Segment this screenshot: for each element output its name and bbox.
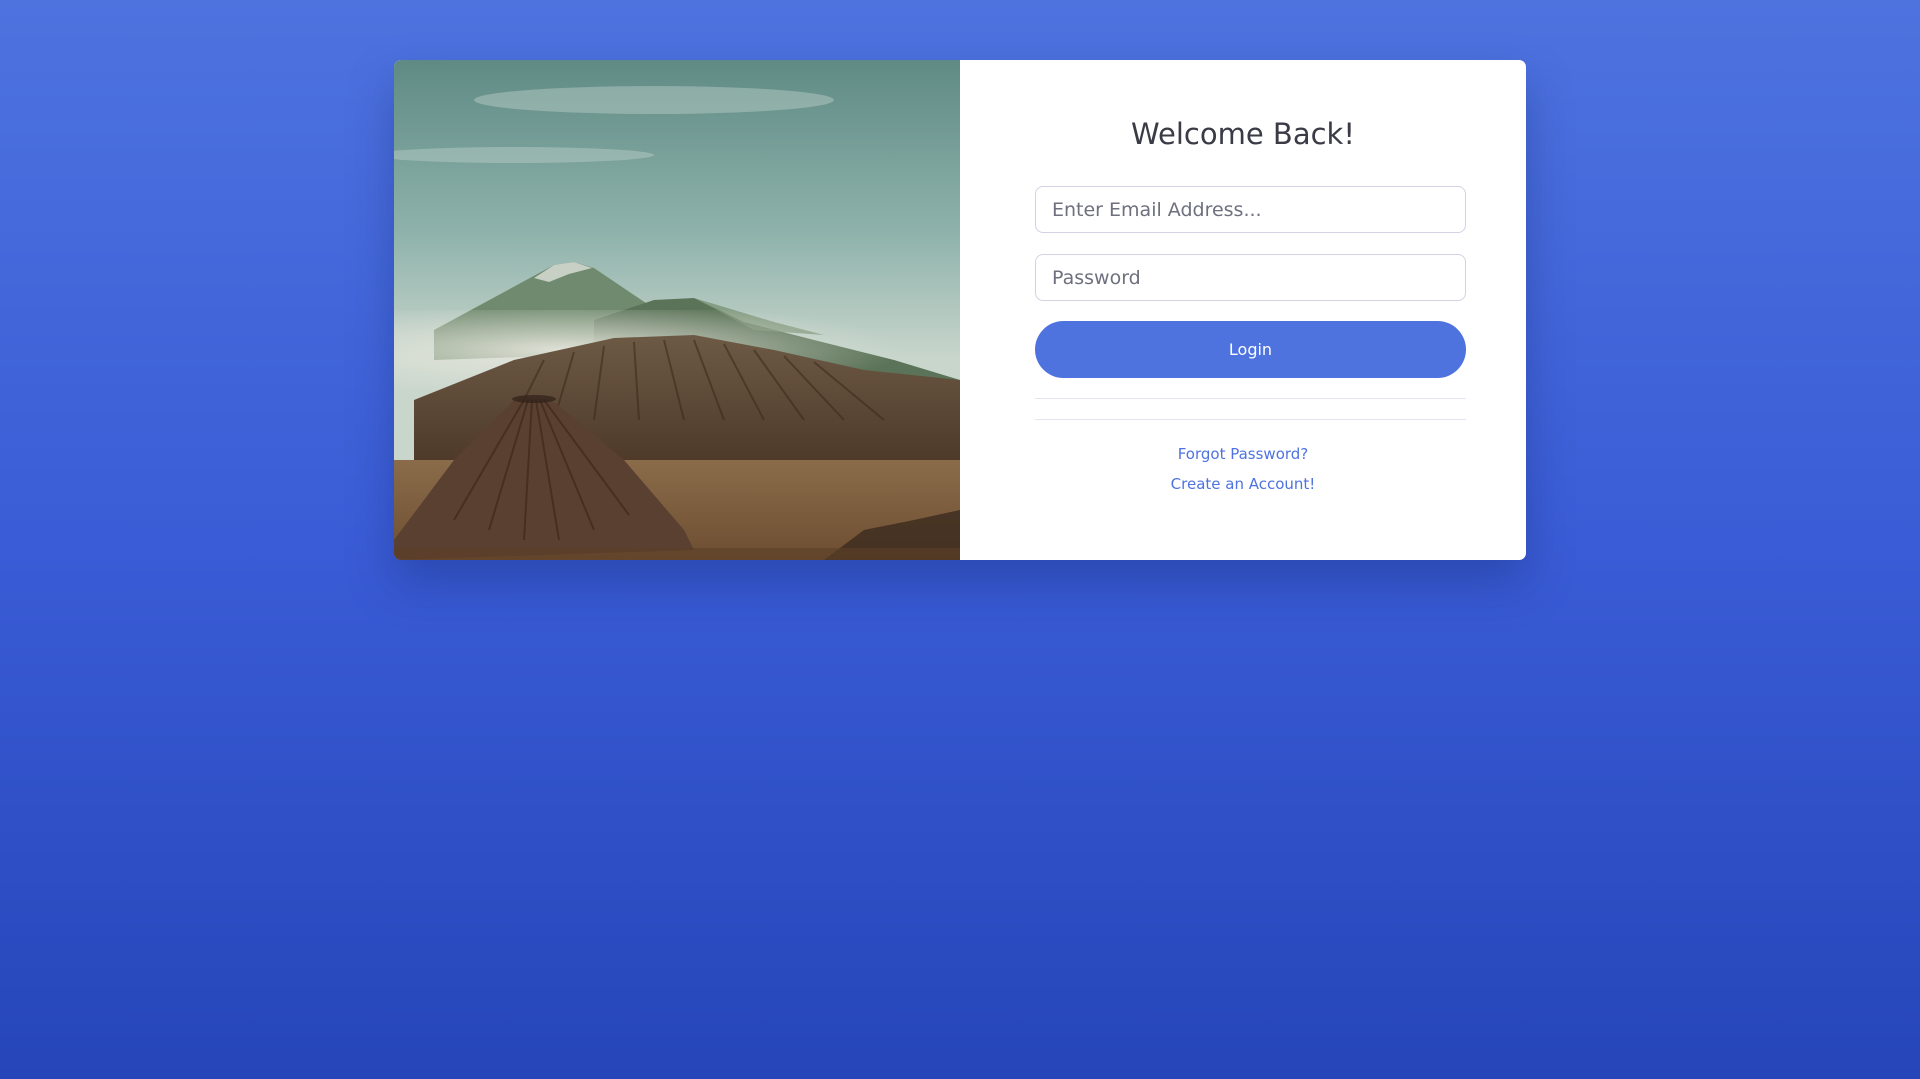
divider: [1035, 419, 1466, 420]
email-field[interactable]: [1035, 186, 1466, 233]
forgot-password-link[interactable]: Forgot Password?: [960, 445, 1526, 463]
create-account-link[interactable]: Create an Account!: [960, 475, 1526, 493]
login-card: Welcome Back! Login Forgot Password? Cre…: [394, 60, 1526, 560]
login-form-pane: Welcome Back! Login Forgot Password? Cre…: [960, 60, 1526, 560]
password-field[interactable]: [1035, 254, 1466, 301]
mountain-landscape-image: [394, 60, 960, 560]
divider: [1035, 398, 1466, 399]
page-title: Welcome Back!: [1131, 117, 1355, 151]
login-button[interactable]: Login: [1035, 321, 1466, 378]
